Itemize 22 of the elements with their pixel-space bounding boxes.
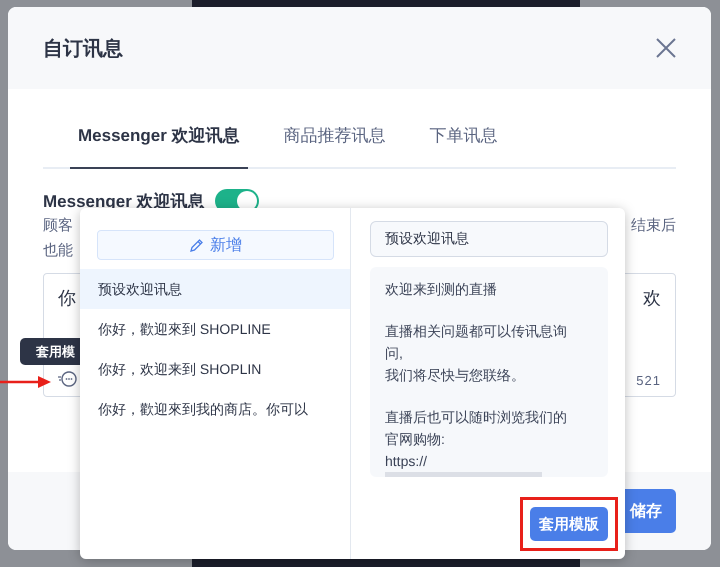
description-text: 也能 (43, 241, 73, 261)
preview-text: 欢迎来到测的直播 (385, 280, 497, 299)
pencil-icon (189, 238, 204, 252)
description-text: 顾客 (43, 216, 73, 236)
template-item[interactable]: 预设欢迎讯息 (80, 269, 350, 309)
chat-bubble-icon[interactable] (58, 370, 78, 388)
preview-text: https:// (385, 452, 428, 471)
name-field[interactable]: 预设欢迎讯息 (370, 221, 608, 257)
tab[interactable]: 商品推荐讯息 (276, 119, 394, 167)
description-text: 结束后 (631, 216, 676, 236)
apply-template-button[interactable]: 套用模版 (530, 507, 608, 541)
preview-text: 直播相关问题都可以传讯息询问, (385, 322, 568, 363)
character-count: 521 (636, 373, 661, 388)
add-button[interactable]: 新增 (97, 230, 334, 260)
annotation-arrow (0, 375, 52, 389)
dialog-title: 自订讯息 (43, 36, 123, 62)
template-item[interactable]: 你好，歡迎來到我的商店。你可以 (80, 389, 350, 429)
close-icon[interactable] (656, 38, 676, 58)
preview-text: 我们将尽快与您联络。 (385, 366, 525, 385)
preview-text: 直播后也可以随时浏览我们的官网购物: (385, 408, 568, 449)
tab[interactable]: 下单讯息 (422, 119, 506, 167)
tab[interactable]: Messenger 欢迎讯息 (70, 119, 248, 169)
